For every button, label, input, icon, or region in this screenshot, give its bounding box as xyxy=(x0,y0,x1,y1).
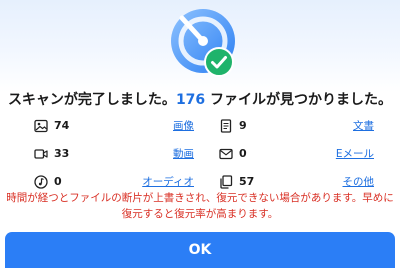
scan-result-title: スキャンが完了しました。176 ファイルが見つかりました。 xyxy=(0,89,400,109)
email-link[interactable]: Eメール xyxy=(336,146,374,162)
category-email: 0 Eメール xyxy=(219,146,374,166)
audio-count: 0 xyxy=(54,175,62,188)
ok-button[interactable]: OK xyxy=(5,232,395,268)
overwrite-warning: 時間が経つとファイルの断片が上書きされ、復元できない場合があります。早めに 復元… xyxy=(0,190,400,222)
category-documents: 9 文書 xyxy=(219,118,374,138)
headline-suffix: ファイルが見つかりました。 xyxy=(205,92,393,108)
documents-link[interactable]: 文書 xyxy=(353,118,374,134)
images-count: 74 xyxy=(54,119,70,132)
category-images: 74 画像 xyxy=(34,118,194,138)
category-row: 74 画像 9 文書 xyxy=(34,118,376,146)
success-check-icon xyxy=(204,47,234,77)
other-count: 57 xyxy=(239,175,255,188)
music-icon xyxy=(34,175,48,189)
found-count: 176 xyxy=(175,92,206,108)
videos-count: 33 xyxy=(54,147,70,160)
image-icon xyxy=(34,119,48,133)
other-files-icon xyxy=(219,175,233,189)
audio-link[interactable]: オーディオ xyxy=(142,174,194,190)
email-count: 0 xyxy=(239,147,247,160)
other-link[interactable]: その他 xyxy=(343,174,375,190)
headline-prefix: スキャンが完了しました。 xyxy=(7,92,176,108)
images-link[interactable]: 画像 xyxy=(173,118,194,134)
videos-link[interactable]: 動画 xyxy=(173,146,194,162)
video-icon xyxy=(34,147,48,161)
warning-line-2: 復元すると復元率が高まります。 xyxy=(121,208,279,220)
warning-line-1: 時間が経つとファイルの断片が上書きされ、復元できない場合があります。早めに xyxy=(6,192,394,204)
category-videos: 33 動画 xyxy=(34,146,194,166)
documents-count: 9 xyxy=(239,119,247,132)
email-icon xyxy=(219,147,233,161)
category-row: 33 動画 0 Eメール xyxy=(34,146,376,174)
document-icon xyxy=(219,119,233,133)
